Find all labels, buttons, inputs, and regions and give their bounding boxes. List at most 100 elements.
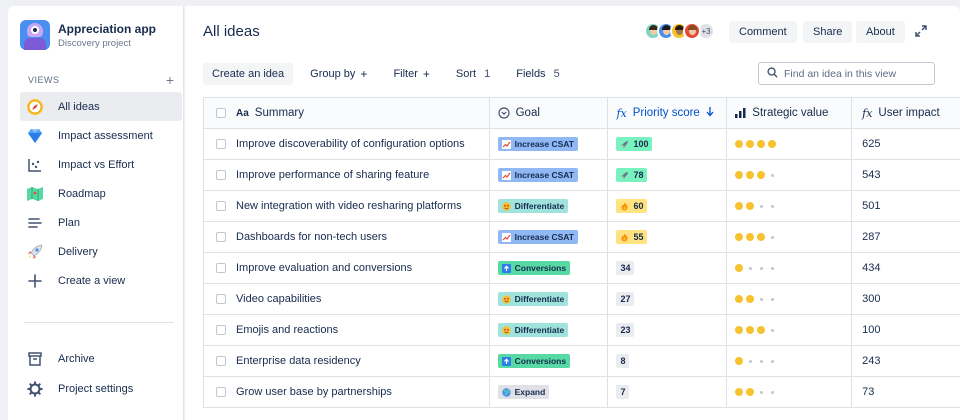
search-box[interactable] <box>758 62 935 85</box>
summary-cell[interactable]: Dashboards for non-tech users <box>204 222 490 252</box>
bar-chart-icon <box>735 108 746 118</box>
group-by-label: Group by <box>310 68 356 80</box>
user-impact-cell[interactable]: 300 <box>852 284 960 314</box>
column-header-user-impact[interactable]: fx User impact <box>852 98 960 128</box>
row-checkbox[interactable] <box>216 263 226 273</box>
sidebar-item-impact-vs-effort[interactable]: Impact vs Effort <box>20 150 182 179</box>
user-impact-cell[interactable]: 434 <box>852 253 960 283</box>
table-row[interactable]: Improve performance of sharing feature In… <box>204 160 960 191</box>
sidebar-item-delivery[interactable]: Delivery <box>20 237 182 266</box>
goal-cell[interactable]: Conversions <box>490 253 609 283</box>
priority-cell[interactable]: 100 <box>608 129 728 159</box>
priority-cell[interactable]: 34 <box>608 253 728 283</box>
rating-dot-empty <box>771 297 775 301</box>
goal-cell[interactable]: Differentiate <box>490 284 609 314</box>
sidebar-item-plan[interactable]: Plan <box>20 208 182 237</box>
table-row[interactable]: Improve discoverability of configuration… <box>204 129 960 160</box>
summary-cell[interactable]: Emojis and reactions <box>204 315 490 345</box>
table-row[interactable]: Emojis and reactions Differentiate 23 100 <box>204 315 960 346</box>
priority-score: 27 <box>620 294 631 304</box>
column-header-strategic[interactable]: Strategic value <box>727 98 853 128</box>
column-header-priority[interactable]: fx Priority score <box>608 98 728 128</box>
collaborator-avatars[interactable]: +3 <box>644 22 715 40</box>
row-checkbox[interactable] <box>216 201 226 211</box>
row-checkbox[interactable] <box>216 232 226 242</box>
search-input[interactable] <box>784 67 924 80</box>
table-row[interactable]: Enterprise data residency Conversions 8 243 <box>204 346 960 377</box>
table-row[interactable]: Grow user base by partnerships Expand 7 73 <box>204 377 960 408</box>
select-all-checkbox[interactable] <box>216 108 226 118</box>
sidebar-item-create-view[interactable]: Create a view <box>20 266 182 295</box>
row-checkbox[interactable] <box>216 356 226 366</box>
strategic-value-cell[interactable] <box>727 253 853 283</box>
user-impact-cell[interactable]: 287 <box>852 222 960 252</box>
sidebar-item-impact-assessment[interactable]: Impact assessment <box>20 121 182 150</box>
priority-cell[interactable]: 8 <box>608 346 728 376</box>
strategic-value-cell[interactable] <box>727 160 853 190</box>
table-row[interactable]: Improve evaluation and conversions Conver… <box>204 253 960 284</box>
globe-icon <box>501 387 511 397</box>
expand-icon[interactable] <box>914 24 928 41</box>
priority-cell[interactable]: 55 <box>608 222 728 252</box>
priority-cell[interactable]: 78 <box>608 160 728 190</box>
sidebar-item-archive[interactable]: Archive <box>20 344 182 374</box>
strategic-value-cell[interactable] <box>727 222 853 252</box>
user-impact-cell[interactable]: 625 <box>852 129 960 159</box>
table-row[interactable]: Video capabilities Differentiate 27 300 <box>204 284 960 315</box>
table-row[interactable]: Dashboards for non-tech users Increase CS… <box>204 222 960 253</box>
strategic-value-cell[interactable] <box>727 129 853 159</box>
priority-cell[interactable]: 23 <box>608 315 728 345</box>
priority-cell[interactable]: 7 <box>608 377 728 407</box>
user-impact-cell[interactable]: 501 <box>852 191 960 221</box>
strategic-value-cell[interactable] <box>727 284 853 314</box>
sidebar-item-roadmap[interactable]: Roadmap <box>20 179 182 208</box>
goal-cell[interactable]: Conversions <box>490 346 609 376</box>
summary-cell[interactable]: Enterprise data residency <box>204 346 490 376</box>
goal-cell[interactable]: Differentiate <box>490 191 609 221</box>
goal-cell[interactable]: Increase CSAT <box>490 160 609 190</box>
priority-cell[interactable]: 60 <box>608 191 728 221</box>
group-by-button[interactable]: Group by + <box>301 63 376 85</box>
priority-cell[interactable]: 27 <box>608 284 728 314</box>
fields-button[interactable]: Fields 5 <box>507 63 568 85</box>
strategic-value-cell[interactable] <box>727 315 853 345</box>
user-impact-cell[interactable]: 243 <box>852 346 960 376</box>
row-checkbox[interactable] <box>216 139 226 149</box>
add-view-icon[interactable]: + <box>166 73 174 87</box>
user-impact-cell[interactable]: 73 <box>852 377 960 407</box>
row-checkbox[interactable] <box>216 294 226 304</box>
strategic-value-cell[interactable] <box>727 346 853 376</box>
summary-cell[interactable]: Improve evaluation and conversions <box>204 253 490 283</box>
app-header[interactable]: Appreciation app Discovery project <box>20 20 156 50</box>
sort-button[interactable]: Sort 1 <box>447 63 499 85</box>
create-idea-button[interactable]: Create an idea <box>203 63 294 85</box>
table-row[interactable]: New integration with video resharing pla… <box>204 191 960 222</box>
summary-cell[interactable]: Video capabilities <box>204 284 490 314</box>
row-checkbox[interactable] <box>216 387 226 397</box>
user-impact-cell[interactable]: 543 <box>852 160 960 190</box>
share-button[interactable]: Share <box>803 21 853 43</box>
sidebar-item-project-settings[interactable]: Project settings <box>20 374 182 404</box>
rating-dot-filled <box>768 140 777 148</box>
summary-cell[interactable]: Improve discoverability of configuration… <box>204 129 490 159</box>
goal-cell[interactable]: Increase CSAT <box>490 222 609 252</box>
rating-dot-filled <box>746 233 755 241</box>
column-header-goal[interactable]: Goal <box>490 98 609 128</box>
text-type-icon: Aa <box>236 107 249 119</box>
goal-cell[interactable]: Increase CSAT <box>490 129 609 159</box>
row-checkbox[interactable] <box>216 170 226 180</box>
goal-cell[interactable]: Expand <box>490 377 609 407</box>
strategic-value-cell[interactable] <box>727 191 853 221</box>
summary-cell[interactable]: New integration with video resharing pla… <box>204 191 490 221</box>
sidebar-item-all-ideas[interactable]: All ideas <box>20 92 182 121</box>
row-checkbox[interactable] <box>216 325 226 335</box>
strategic-value-cell[interactable] <box>727 377 853 407</box>
comment-button[interactable]: Comment <box>729 21 797 43</box>
filter-button[interactable]: Filter + <box>384 63 438 85</box>
summary-cell[interactable]: Improve performance of sharing feature <box>204 160 490 190</box>
summary-cell[interactable]: Grow user base by partnerships <box>204 377 490 407</box>
column-header-summary[interactable]: Aa Summary <box>204 98 490 128</box>
goal-cell[interactable]: Differentiate <box>490 315 609 345</box>
user-impact-cell[interactable]: 100 <box>852 315 960 345</box>
about-button[interactable]: About <box>856 21 905 43</box>
